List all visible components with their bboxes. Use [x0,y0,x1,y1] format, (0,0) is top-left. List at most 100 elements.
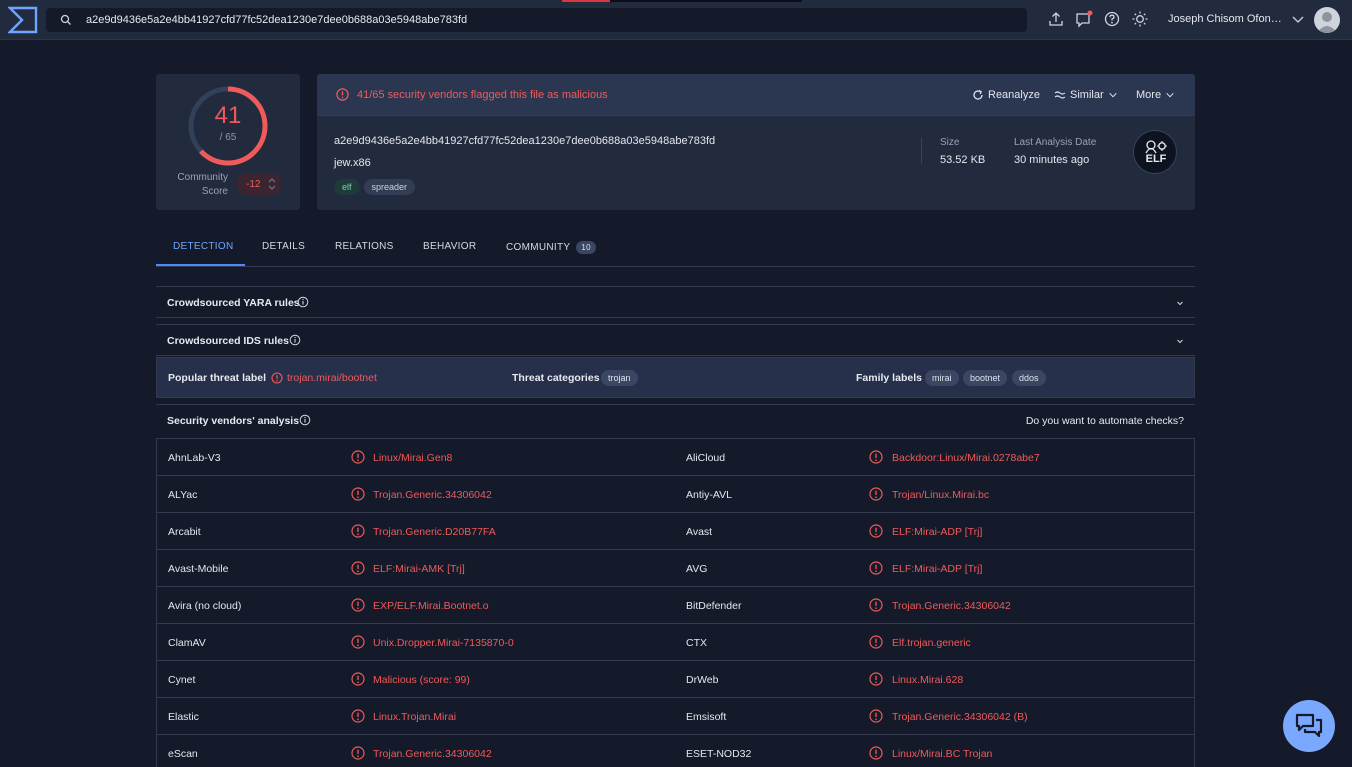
similar-icon [1054,91,1066,99]
vendor-result: Elf.trojan.generic [892,637,971,649]
tab-community[interactable]: COMMUNITY 10 [506,241,596,254]
file-info-card: 41/65 security vendors flagged this file… [317,74,1195,210]
file-name: jew.x86 [334,157,371,169]
popular-threat-value[interactable]: trojan.mirai/bootnet [287,372,377,384]
info-icon[interactable] [297,296,309,308]
more-button[interactable]: More [1136,89,1175,101]
vendor-result: Backdoor:Linux/Mirai.0278abe7 [892,452,1040,464]
help-icon[interactable] [1103,10,1121,28]
ids-rules-section[interactable]: Crowdsourced IDS rules [156,324,1195,356]
file-tags: elf spreader [334,179,416,195]
family-label-pill[interactable]: ddos [1012,370,1046,386]
vendor-result: Linux.Mirai.628 [892,674,964,686]
file-hash[interactable]: a2e9d9436e5a2e4bb41927cfd77fc52dea1230e7… [334,135,715,147]
tab-relations[interactable]: RELATIONS [335,241,394,252]
chevron-down-icon[interactable] [1292,14,1304,24]
vendor-result: ELF:Mirai-ADP [Trj] [892,526,983,538]
vendor-result: EXP/ELF.Mirai.Bootnet.o [373,600,489,612]
chevron-down-icon [1108,92,1117,98]
threat-category-pill[interactable]: trojan [601,370,638,386]
vendor-result: Trojan.Generic.34306042 [373,489,492,501]
vendor-result: Linux.Trojan.Mirai [373,711,457,723]
vendor-name: Avira (no cloud) [168,600,242,612]
upload-icon[interactable] [1047,10,1065,28]
tab-details[interactable]: DETAILS [262,241,305,252]
top-icons [1047,10,1149,28]
divider [921,138,922,164]
tab-behavior[interactable]: BEHAVIOR [423,241,476,252]
chevron-down-icon[interactable] [1175,336,1185,346]
avatar[interactable] [1314,7,1340,33]
loading-indicator [562,0,802,2]
family-label-pill[interactable]: mirai [925,370,959,386]
alert-circle-icon [869,635,883,649]
alert-circle-icon [336,88,349,101]
vendor-name: Elastic [168,711,199,723]
alert-circle-icon [351,450,365,464]
virustotal-logo-icon[interactable] [8,6,38,34]
vendor-name: eScan [168,748,198,760]
malicious-alert-bar: 41/65 security vendors flagged this file… [317,74,1195,116]
family-labels-label: Family labels [856,372,922,384]
active-tab-indicator [156,264,245,266]
family-label-pill[interactable]: bootnet [963,370,1008,386]
reanalyze-button[interactable]: Reanalyze [972,89,1040,101]
table-row: Avast-Mobile ELF:Mirai-AMK [Trj] AVG ELF:Mi… [157,550,1194,587]
vendor-name: AhnLab-V3 [168,452,221,464]
malicious-alert-text: 41/65 security vendors flagged this file… [357,89,608,101]
table-row: ClamAV Unix.Dropper.Mirai-7135870-0 CTX Elf… [157,624,1194,661]
similar-button[interactable]: Similar [1054,89,1118,101]
search-icon [60,14,71,25]
vendor-result: Trojan.Generic.D20B77FA [373,526,496,538]
file-tag[interactable]: spreader [363,179,416,195]
chat-button[interactable] [1283,700,1335,752]
alert-circle-icon [869,598,883,612]
file-type-label: ELF [1145,153,1167,165]
vendor-result: Trojan.Generic.34306042 [373,748,492,760]
automate-checks-link[interactable]: Do you want to automate checks? [1026,415,1184,427]
vendor-name: DrWeb [686,674,719,686]
table-row: ALYac Trojan.Generic.34306042 Antiy-AVL Tro… [157,476,1194,513]
alert-circle-icon [869,561,883,575]
vendor-result: Trojan/Linux.Mirai.bc [892,489,990,501]
community-score-value: -12 [246,178,261,190]
notifications-icon[interactable] [1075,10,1093,28]
chevron-down-icon[interactable] [1175,298,1185,308]
top-bar: Joseph Chisom Ofonag... [0,0,1352,40]
alert-circle-icon [869,524,883,538]
vendor-name: Emsisoft [686,711,727,723]
tab-detection[interactable]: DETECTION [173,241,233,252]
vendor-result: Trojan.Generic.34306042 (B) [892,711,1028,723]
detection-score-card: 41 / 65 Community Score -12 [156,74,300,210]
community-score[interactable]: -12 [236,173,282,195]
user-name[interactable]: Joseph Chisom Ofonag... [1168,13,1286,25]
chat-icon [1295,713,1323,738]
alert-circle-icon [351,561,365,575]
vendor-name: Cynet [168,674,196,686]
table-row: AhnLab-V3 Linux/Mirai.Gen8 AliCloud Backdoo… [157,439,1194,476]
alert-circle-icon [869,672,883,686]
vendor-name: Antiy-AVL [686,489,732,501]
vendors-table: AhnLab-V3 Linux/Mirai.Gen8 AliCloud Backdoo… [156,438,1195,767]
community-count-badge: 10 [576,241,596,254]
alert-circle-icon [351,672,365,686]
info-icon[interactable] [299,414,311,426]
file-tag[interactable]: elf [334,179,360,195]
theme-toggle-icon[interactable] [1131,10,1149,28]
vendor-name: Avast [686,526,713,538]
alert-circle-icon [271,372,283,384]
threat-summary-bar: Popular threat label trojan.mirai/bootne… [156,357,1195,398]
vendor-name: AVG [686,563,708,575]
search-bar[interactable] [46,8,1027,32]
table-row: eScan Trojan.Generic.34306042 ESET-NOD32 Li… [157,735,1194,767]
detection-total: / 65 [219,132,237,143]
alert-circle-icon [869,450,883,464]
alert-circle-icon [869,487,883,501]
vendor-name: CTX [686,637,707,649]
vendor-result: Trojan.Generic.34306042 [892,600,1011,612]
vote-arrows-icon[interactable] [268,176,276,192]
vendor-result: ELF:Mirai-ADP [Trj] [892,563,983,575]
search-input[interactable] [86,14,986,26]
yara-rules-section[interactable]: Crowdsourced YARA rules [156,286,1195,318]
info-icon[interactable] [289,334,301,346]
